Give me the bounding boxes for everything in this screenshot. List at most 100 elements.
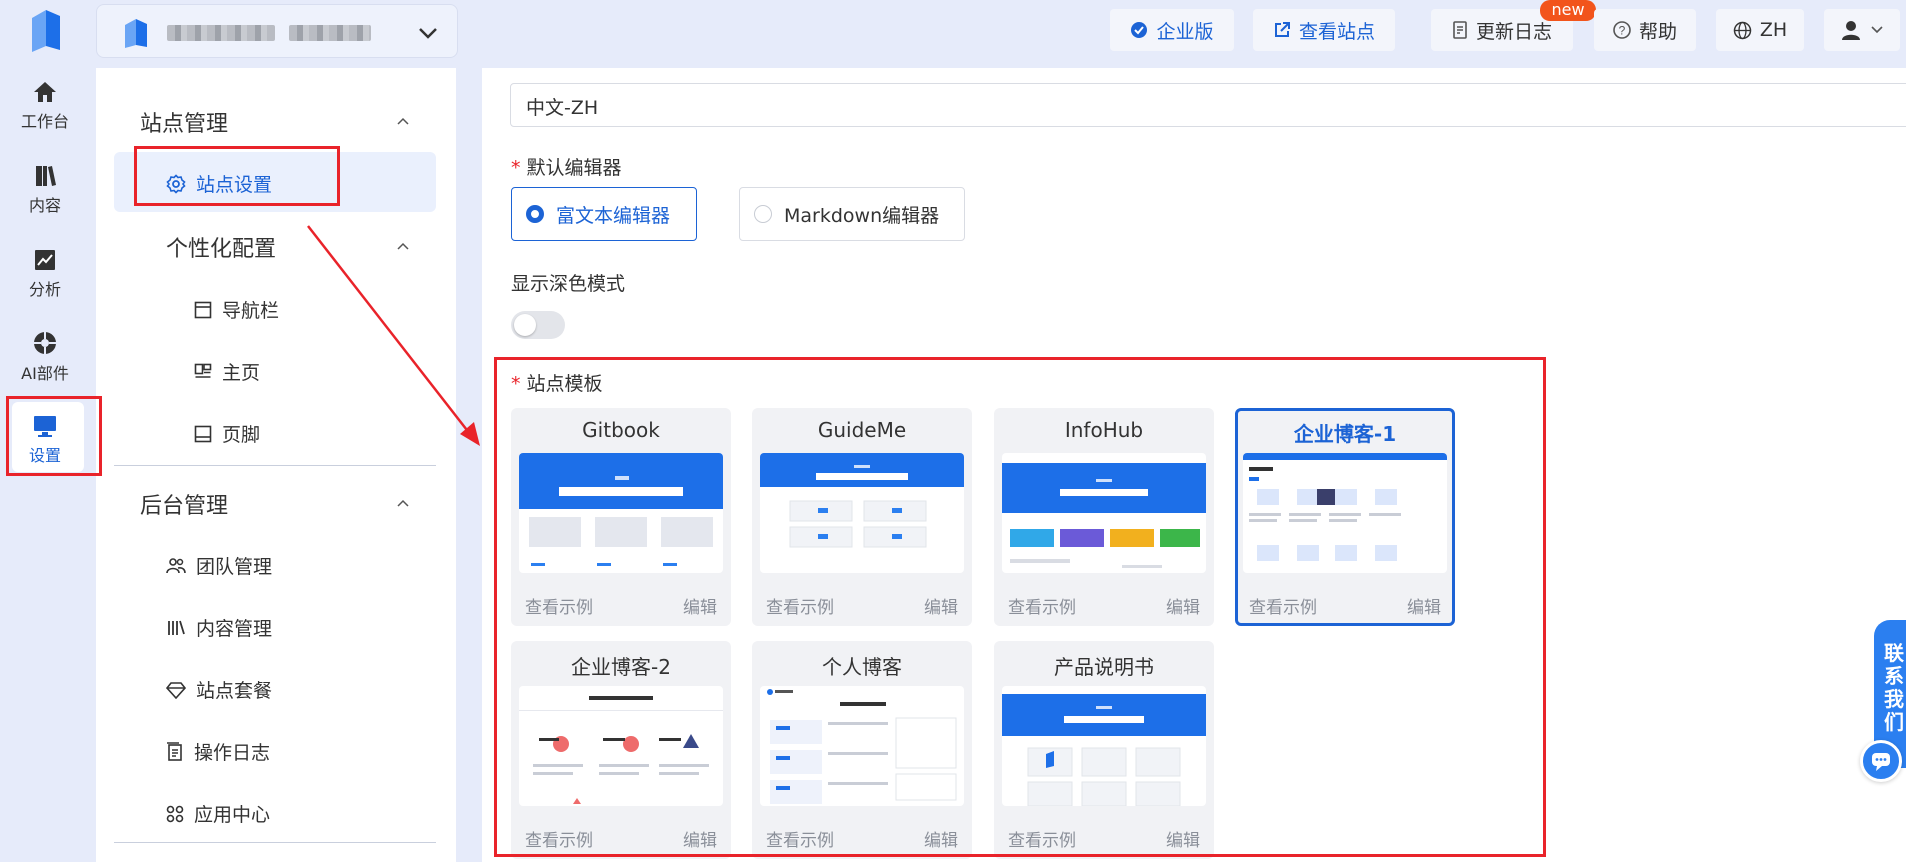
radio-label: Markdown编辑器 <box>784 204 940 227</box>
template-card-gitbook[interactable]: Gitbook 查看示例 编辑 <box>511 408 731 626</box>
edit-link[interactable]: 编辑 <box>1166 593 1200 618</box>
team-icon <box>166 557 186 573</box>
app-logo-icon[interactable] <box>22 6 66 54</box>
view-demo-link[interactable]: 查看示例 <box>766 826 834 851</box>
enterprise-button[interactable]: 企业版 <box>1110 9 1234 51</box>
site-selector[interactable] <box>96 4 458 58</box>
radio-dot <box>526 205 544 223</box>
sidebar-item-content-management[interactable]: 内容管理 <box>166 614 272 641</box>
default-editor-label: * 默认编辑器 <box>511 153 622 180</box>
help-button[interactable]: ? 帮助 <box>1594 9 1696 51</box>
chevron-up-icon[interactable] <box>396 116 410 126</box>
gear-icon <box>166 173 186 194</box>
view-demo-link[interactable]: 查看示例 <box>766 593 834 618</box>
chart-icon <box>35 250 55 270</box>
language-value: 中文-ZH <box>526 97 599 119</box>
settings-sidebar: 站点管理 站点设置 个性化配置 导航栏 主页 页脚 后台管理 团队管理 内容管理… <box>96 68 456 862</box>
view-demo-link[interactable]: 查看示例 <box>525 593 593 618</box>
edit-link[interactable]: 编辑 <box>924 593 958 618</box>
radio-dot <box>754 205 772 223</box>
document-icon <box>1453 21 1467 39</box>
view-demo-link[interactable]: 查看示例 <box>1249 593 1317 618</box>
book-icon <box>36 166 56 186</box>
sidebar-item-package[interactable]: 站点套餐 <box>166 676 272 703</box>
nav-item-workbench[interactable]: 工作台 <box>0 80 90 132</box>
sidebar-item-app-center[interactable]: 应用中心 <box>166 800 270 827</box>
dark-mode-label: 显示深色模式 <box>511 273 626 295</box>
view-demo-link[interactable]: 查看示例 <box>1008 826 1076 851</box>
top-bar: 企业版 查看站点 更新日志 new ? 帮助 ZH <box>0 0 1906 68</box>
help-icon: ? <box>1613 21 1631 39</box>
site-logo-icon <box>125 19 147 48</box>
nav-item-analytics[interactable]: 分析 <box>0 248 90 300</box>
edit-link[interactable]: 编辑 <box>1166 826 1200 851</box>
nav-label: 内容 <box>28 196 61 215</box>
chevron-up-icon[interactable] <box>396 498 410 508</box>
user-avatar-icon <box>1842 21 1860 40</box>
sidebar-item-footer[interactable]: 页脚 <box>194 420 260 447</box>
view-site-button[interactable]: 查看站点 <box>1253 9 1395 51</box>
nav-item-settings[interactable]: 设置 <box>0 414 90 466</box>
nav-label: AI部件 <box>21 364 69 383</box>
edit-link[interactable]: 编辑 <box>924 826 958 851</box>
template-card-personal-blog[interactable]: 个人博客 查看示例 编辑 <box>752 641 972 859</box>
template-thumbnail <box>1002 453 1206 573</box>
log-icon <box>167 741 182 761</box>
required-star: * <box>511 157 521 179</box>
edit-link[interactable]: 编辑 <box>683 826 717 851</box>
template-name: 产品说明书 <box>1054 655 1154 679</box>
section-title-admin[interactable]: 后台管理 <box>140 488 228 520</box>
radio-markdown-editor[interactable]: Markdown编辑器 <box>739 187 965 241</box>
template-thumbnail <box>760 453 964 573</box>
template-card-guideme[interactable]: GuideMe 查看示例 编辑 <box>752 408 972 626</box>
template-card-infohub[interactable]: InfoHub 查看示例 编辑 <box>994 408 1214 626</box>
template-card-product-manual[interactable]: 产品说明书 查看示例 编辑 <box>994 641 1214 859</box>
nav-label: 设置 <box>28 446 61 465</box>
nav-item-ai-widget[interactable]: AI部件 <box>0 330 90 384</box>
enterprise-label: 企业版 <box>1156 20 1214 43</box>
contact-us-label: 联系我们 <box>1884 641 1904 734</box>
changelog-label: 更新日志 <box>1475 20 1552 43</box>
check-circle-icon <box>1131 22 1148 38</box>
sidebar-item-homepage[interactable]: 主页 <box>194 358 260 385</box>
user-menu-button[interactable] <box>1824 9 1900 51</box>
sidebar-item-label: 站点套餐 <box>196 680 273 702</box>
sidebar-item-label: 主页 <box>222 362 261 384</box>
view-demo-link[interactable]: 查看示例 <box>525 826 593 851</box>
help-label: 帮助 <box>1638 20 1677 43</box>
selected-item-highlight <box>114 152 436 212</box>
radio-label: 富文本编辑器 <box>556 204 671 227</box>
dark-mode-toggle[interactable] <box>511 311 565 339</box>
site-name-redacted <box>167 25 275 41</box>
template-name: Gitbook <box>582 418 660 442</box>
edit-link[interactable]: 编辑 <box>683 593 717 618</box>
section-title-site-management[interactable]: 站点管理 <box>140 106 228 138</box>
sidebar-item-navbar[interactable]: 导航栏 <box>194 296 279 323</box>
language-select[interactable]: 中文-ZH <box>510 83 1906 127</box>
language-label: ZH <box>1759 19 1788 41</box>
sidebar-item-label: 应用中心 <box>194 804 271 826</box>
annotation-arrow <box>307 225 480 446</box>
sidebar-item-site-settings[interactable]: 站点设置 <box>166 170 272 197</box>
sidebar-item-label: 团队管理 <box>196 556 273 578</box>
view-demo-link[interactable]: 查看示例 <box>1008 593 1076 618</box>
template-name: 企业博客-1 <box>1293 422 1397 446</box>
sidebar-item-team[interactable]: 团队管理 <box>166 552 272 579</box>
site-domain-redacted <box>289 25 371 41</box>
section-title-personalization[interactable]: 个性化配置 <box>166 231 276 263</box>
nav-label: 工作台 <box>20 112 69 131</box>
template-thumbnail <box>1243 453 1447 573</box>
home-icon <box>34 82 56 102</box>
template-card-enterprise-blog-1[interactable]: 企业博客-1 查看示例 编辑 <box>1235 408 1455 626</box>
template-thumbnail <box>1002 686 1206 806</box>
radio-rich-text-editor[interactable]: 富文本编辑器 <box>511 187 697 241</box>
template-card-enterprise-blog-2[interactable]: 企业博客-2 查看示例 编辑 <box>511 641 731 859</box>
edit-link[interactable]: 编辑 <box>1407 593 1441 618</box>
sidebar-item-label: 内容管理 <box>196 618 273 640</box>
svg-text:?: ? <box>1619 24 1626 38</box>
language-button[interactable]: ZH <box>1716 9 1804 51</box>
sidebar-item-operation-log[interactable]: 操作日志 <box>166 738 270 765</box>
chat-bubble-icon[interactable] <box>1860 740 1902 782</box>
nav-item-content[interactable]: 内容 <box>0 164 90 216</box>
default-editor-text: 默认编辑器 <box>526 157 622 179</box>
